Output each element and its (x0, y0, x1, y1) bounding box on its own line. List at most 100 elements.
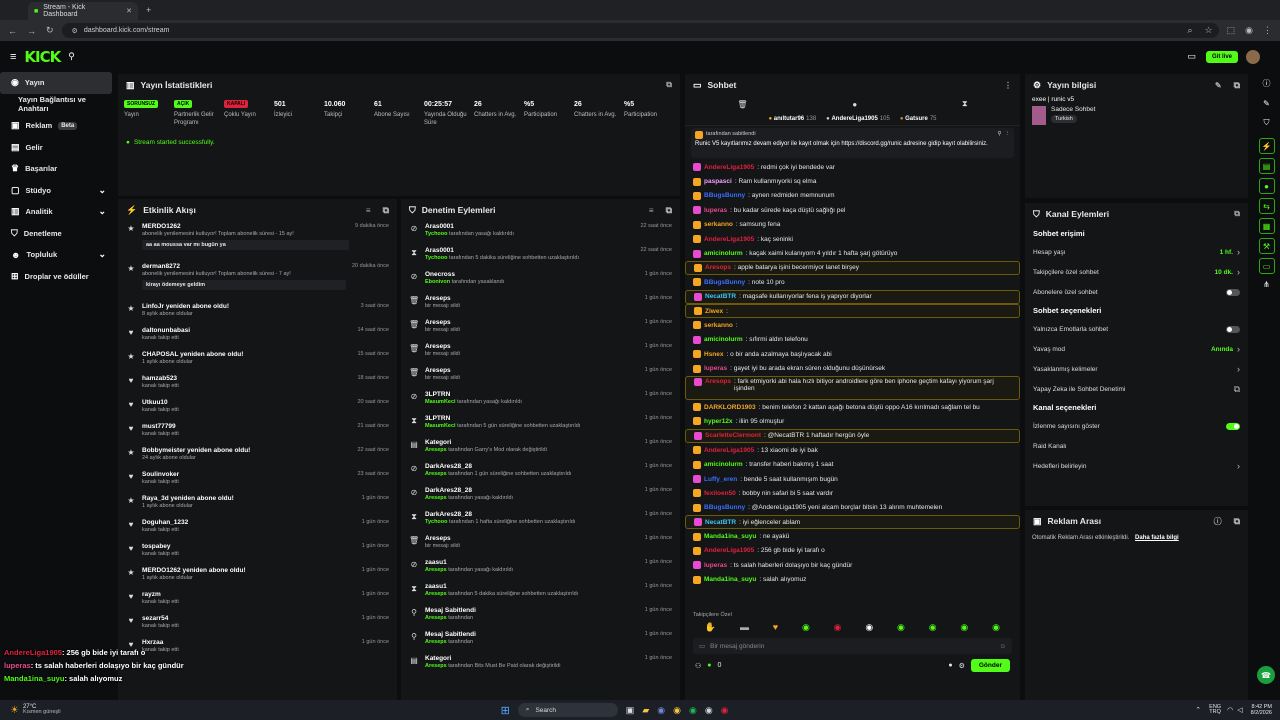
moderation-item[interactable]: ⊘ DarkAres28_28 Areseps tarafından yasağı … (401, 485, 680, 509)
back-icon[interactable]: ← (8, 26, 17, 36)
app-icon[interactable]: ◉ (721, 705, 729, 716)
chat-message[interactable]: serkanno: (685, 318, 1020, 332)
windows-start-icon[interactable]: ⊞ (501, 704, 510, 717)
chat-username[interactable]: AndereLiga1905 (704, 547, 754, 554)
moderation-item[interactable]: 🗑 Areseps bir mesajı sildi 1 gün önce (401, 293, 680, 317)
popout-icon[interactable]: ⧉ (383, 205, 389, 216)
chat-username[interactable]: Ziwex (705, 308, 723, 315)
wrench-icon[interactable]: ⚒ (1258, 238, 1275, 254)
info-icon[interactable]: ⓘ (1253, 78, 1280, 89)
activity-item[interactable]: ♥ Hxrzaa kanalı takip etti 1 gün önce (118, 637, 397, 661)
chat-message[interactable]: amicinolurm: sıfırmi aldın telefonu (685, 333, 1020, 347)
chat-message[interactable]: luperas: gayet iyi bu arada ekran süren … (685, 361, 1020, 375)
chat-message[interactable]: NecatBTR: iyi eğlenceler ablam (685, 514, 1020, 530)
popout-icon[interactable]: ⧉ (1234, 209, 1240, 219)
moderation-item[interactable]: ⧗ DarkAres28_28 Tychooo tarafından 1 hafta… (401, 509, 680, 533)
activity-item[interactable]: ♥ hamzab523 kanalı takip etti 18 saat önce (118, 373, 397, 397)
activity-item[interactable]: ★ Bobbymeister yeniden abone oldu! 24 aylı… (118, 445, 397, 469)
tray-chevron-icon[interactable]: ⌃ (1195, 706, 1201, 714)
chat-message[interactable]: Hsnex: o bir anda azalmaya başlıyacak ab… (685, 347, 1020, 361)
sidebar-item-analitik[interactable]: ▥ Analitik ⌄ (0, 201, 116, 223)
chat-username[interactable]: NecatBTR (705, 293, 736, 300)
moderation-item[interactable]: 🗑 Areseps bir mesajı sildi 1 gün önce (401, 317, 680, 341)
chat-username[interactable]: BBugsBunny (704, 279, 745, 286)
chat-username[interactable]: NecatBTR (705, 519, 736, 526)
chat-username[interactable]: luperas (704, 365, 727, 372)
chat-username[interactable]: AndereLiga1905 (704, 447, 754, 454)
chat-username[interactable]: DARKLORD1903 (704, 404, 756, 411)
share-icon[interactable]: ⋔ (1253, 280, 1280, 289)
emote-icon[interactable]: ◉ (865, 622, 873, 633)
zoom-icon[interactable]: ⌕ (1188, 25, 1193, 36)
shield-icon[interactable]: ⛉ (1253, 118, 1280, 128)
chat-username[interactable]: serkanno (704, 322, 733, 329)
moderation-item[interactable]: ⊘ 3LPTRN MasumKeci tarafından yasağı kaldı… (401, 389, 680, 413)
window-icon[interactable]: ▭ (1258, 258, 1275, 274)
chat-message[interactable]: serkanno: samsung fena (685, 218, 1020, 232)
chat-username[interactable]: serkanno (704, 221, 733, 228)
activity-item[interactable]: ★ MERDO1262 abonelik yenilemesini kutluyor… (118, 221, 397, 261)
close-icon[interactable]: ✕ (126, 7, 132, 15)
edit-icon[interactable]: ✎ (1253, 99, 1280, 108)
subs-only-toggle[interactable] (1226, 288, 1240, 296)
avatar[interactable] (1246, 49, 1260, 64)
moderation-item[interactable]: ⊘ DarkAres28_28 Areseps tarafından 1 gün s… (401, 461, 680, 485)
top-gifter[interactable]: ● anıltutar96 138 (769, 116, 817, 122)
followers-only-row[interactable]: Takipçilere özel sohbet 10 dk. › (1025, 262, 1248, 282)
emote-icon[interactable]: ♥ (773, 622, 778, 633)
weather-icon[interactable]: ☀ (10, 705, 19, 716)
chat-username[interactable]: ScarletteClermont (705, 432, 761, 439)
emote-icon[interactable]: ◉ (897, 622, 905, 633)
clock[interactable]: 8:42 PM 8/2/2026 (1251, 704, 1272, 716)
chat-username[interactable]: luperas (704, 207, 727, 214)
moderation-item[interactable]: 🗑 Areseps bir mesajı sildi 1 gün önce (401, 365, 680, 389)
extensions-icon[interactable]: ⬚ (1227, 25, 1236, 36)
moderation-item[interactable]: ▤ Kategori Areseps tarafından Bits Must Be… (401, 653, 680, 677)
moderation-item[interactable]: ⊘ Aras0001 Tychooo tarafından yasağı kaldı… (401, 221, 680, 245)
chat-message[interactable]: BBugsBunny: note 10 pro (685, 275, 1020, 289)
kick-logo[interactable]: KICK (24, 48, 61, 66)
moderation-item[interactable]: ⊘ Onecross Ebonivon tarafından yasaklandı 1… (401, 269, 680, 293)
moderation-item[interactable]: ▤ Kategori Areseps tarafından Garry's Mod … (401, 437, 680, 461)
chat-username[interactable]: BBugsBunny (704, 192, 745, 199)
emote-icon[interactable]: ◉ (992, 622, 1000, 633)
emote-icon[interactable]: ◉ (960, 622, 968, 633)
filter-icon[interactable]: ≡ (366, 206, 371, 215)
chat-username[interactable]: Aresops (705, 378, 731, 385)
chat-icon[interactable]: ● (1258, 178, 1275, 194)
users-icon[interactable]: ⚇ (695, 662, 701, 670)
bookmark-star-icon[interactable]: ☆ (1205, 25, 1213, 36)
moderation-item[interactable]: ⊘ zaasu1 Areseps tarafından yasağı kaldırı… (401, 557, 680, 581)
send-button[interactable]: Gönder (970, 659, 1010, 672)
chat-username[interactable]: hyper12x (704, 418, 733, 425)
emoji-icon[interactable]: ☺ (999, 643, 1006, 650)
chat-message[interactable]: Luffy_eren: bende 5 saat kullanmışım bug… (685, 472, 1020, 486)
steam-icon[interactable]: ◉ (705, 705, 713, 716)
document-icon[interactable]: ▤ (1258, 158, 1275, 174)
activity-item[interactable]: ♥ must77799 kanalı takip etti 21 saat önce (118, 421, 397, 445)
hourglass-icon[interactable]: ⧗ (962, 99, 968, 109)
account-age-row[interactable]: Hesap yaşı 1 hf. › (1025, 242, 1248, 262)
chat-username[interactable]: Luffy_eren (704, 476, 737, 483)
chat-message[interactable]: Aresops: apple batarya işini becermiyor … (685, 260, 1020, 276)
go-live-button[interactable]: Git live (1205, 50, 1238, 63)
chat-username[interactable]: amicinolurm (704, 250, 743, 257)
sidebar-item-gelir[interactable]: ▤ Gelir (0, 137, 116, 159)
moderation-item[interactable]: ⧗ zaasu1 Areseps tarafından 5 dakika sürel… (401, 581, 680, 605)
chat-message[interactable]: NecatBTR: magsafe kullanıyorlar fena iş … (685, 289, 1020, 304)
targets-row[interactable]: Hedefleri belirleyin › (1025, 456, 1248, 476)
chat-username[interactable]: amicinolurm (704, 336, 743, 343)
activity-item[interactable]: ♥ tospabey kanalı takip etti 1 gün önce (118, 541, 397, 565)
ai-moderation-row[interactable]: Yapay Zeka ile Sohbet Denetimi ⧉ (1025, 379, 1248, 399)
raid-row[interactable]: Raid Kanalı (1025, 436, 1248, 456)
sidebar-item-studyo[interactable]: ▢ Stüdyo ⌄ (0, 180, 116, 202)
chat-message[interactable]: ScarletteClermont: @NecatBTR 1 haftadır … (685, 428, 1020, 444)
chat-message[interactable]: Ziwex: (685, 303, 1020, 319)
kebab-menu-icon[interactable]: ⋮ (1005, 131, 1011, 139)
hamburger-menu-icon[interactable]: ≡ (10, 51, 16, 63)
chat-message[interactable]: Manda1ina_suyu: ne ayakü (685, 529, 1020, 543)
browser-tab[interactable]: ■ Stream - Kick Dashboard ✕ (28, 2, 138, 20)
chat-username[interactable]: Aresops (705, 264, 731, 271)
bolt-icon[interactable]: ⚡ (1258, 138, 1275, 154)
chat-bubble-icon[interactable]: ● (948, 662, 952, 669)
